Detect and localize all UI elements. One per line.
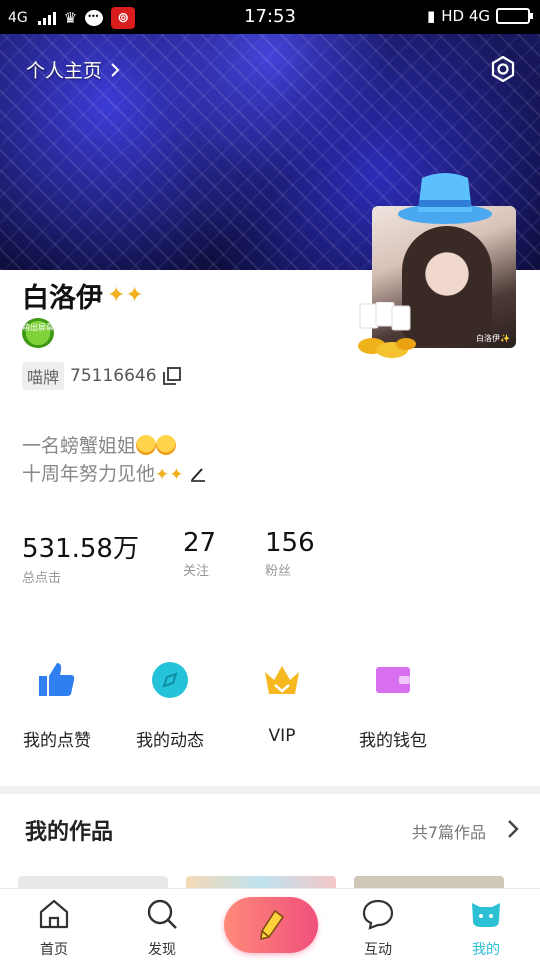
network-right-label: HD 4G	[441, 7, 490, 25]
profile-home-label: 个人主页	[26, 60, 103, 82]
nav-home[interactable]: 首页	[14, 897, 94, 959]
edit-icon[interactable]	[190, 466, 206, 482]
wallet-icon	[376, 667, 410, 693]
func-my-likes[interactable]: 我的点赞	[2, 660, 112, 751]
stat-fans[interactable]: 156 粉丝	[265, 528, 355, 586]
func-my-feed[interactable]: 我的动态	[115, 660, 225, 751]
nav-label: 首页	[40, 942, 68, 958]
func-label: 我的钱包	[359, 731, 427, 751]
nav-label: 互动	[364, 942, 392, 958]
bio[interactable]: 一名螃蟹姐姐 十周年努力见他✦✦	[22, 432, 206, 489]
chevron-right-icon	[508, 820, 519, 838]
stat-label: 总点击	[22, 571, 62, 586]
func-label: 我的点赞	[23, 731, 91, 751]
works-title: 我的作品	[25, 820, 114, 845]
nav-mine[interactable]: 我的	[446, 897, 526, 959]
section-divider	[0, 786, 540, 794]
level-badge[interactable]: 萌出屏幕	[22, 318, 54, 348]
stat-value: 156	[265, 528, 315, 558]
func-label: 我的动态	[136, 731, 204, 751]
user-id-row: 喵牌 75116646	[22, 362, 181, 390]
smile-emoji-icon	[136, 435, 157, 455]
nav-discover[interactable]: 发现	[122, 897, 202, 959]
compass-icon	[152, 662, 188, 698]
works-count: 共7篇作品	[411, 823, 486, 842]
nickname: 白洛伊 ✦✦	[22, 276, 144, 315]
bio-line-1: 一名螃蟹姐姐	[22, 432, 206, 460]
profile-home-link[interactable]: 个人主页	[26, 56, 120, 83]
stats-row: 531.58万 总点击 27 关注 156 粉丝	[22, 528, 355, 586]
battery-icon	[496, 8, 533, 24]
settings-icon[interactable]	[490, 56, 516, 82]
top-hat-decoration-icon	[398, 173, 492, 224]
smile-emoji-icon	[156, 435, 177, 455]
nav-label: 发现	[148, 942, 176, 958]
thumbs-up-icon	[39, 663, 75, 696]
status-bar: 4G ♛ ⊚ 17:53 ▮ HD 4G	[0, 0, 540, 34]
stat-label: 粉丝	[265, 564, 292, 579]
cat-face-icon	[472, 903, 500, 927]
bio-line-1-text: 一名螃蟹姐姐	[22, 435, 137, 457]
search-icon	[147, 899, 177, 929]
copy-icon[interactable]	[162, 367, 181, 385]
stat-value: 531.58万	[22, 534, 139, 564]
crown-icon	[265, 666, 299, 694]
stat-following[interactable]: 27 关注	[183, 528, 265, 586]
status-right: ▮ HD 4G	[426, 7, 533, 25]
badge-text: 萌出屏幕	[22, 323, 54, 332]
func-vip[interactable]: VIP	[227, 660, 337, 746]
stat-label: 关注	[183, 564, 210, 579]
create-button[interactable]	[224, 897, 318, 953]
nav-label: 我的	[472, 942, 500, 958]
stat-clicks[interactable]: 531.58万 总点击	[22, 528, 183, 586]
works-header[interactable]: 我的作品 共7篇作品	[0, 794, 540, 864]
func-label: VIP	[268, 726, 296, 746]
chat-icon	[362, 899, 394, 930]
pencil-icon	[260, 909, 285, 940]
home-icon	[39, 899, 69, 929]
chevron-right-icon	[111, 62, 120, 77]
bottom-nav: 首页 发现 互动 我的	[0, 888, 540, 960]
bio-line-2: 十周年努力见他✦✦	[22, 460, 206, 489]
sparkle-icon: ✦✦	[107, 283, 144, 308]
sparkle-icon: ✦✦	[155, 465, 184, 485]
nav-interact[interactable]: 互动	[338, 897, 418, 959]
avatar-tag: 白洛伊✨	[476, 334, 510, 343]
id-tag: 喵牌	[22, 362, 65, 390]
bio-line-2-text: 十周年努力见他	[22, 463, 156, 485]
nickname-text: 白洛伊	[22, 283, 103, 314]
coins-decoration-icon	[358, 302, 416, 358]
function-grid: 我的点赞 我的动态 VIP 我的钱包	[0, 660, 540, 751]
user-id: 75116646	[70, 366, 157, 386]
charging-icon: ▮	[426, 7, 436, 25]
func-my-wallet[interactable]: 我的钱包	[338, 660, 448, 751]
stat-value: 27	[183, 528, 217, 558]
